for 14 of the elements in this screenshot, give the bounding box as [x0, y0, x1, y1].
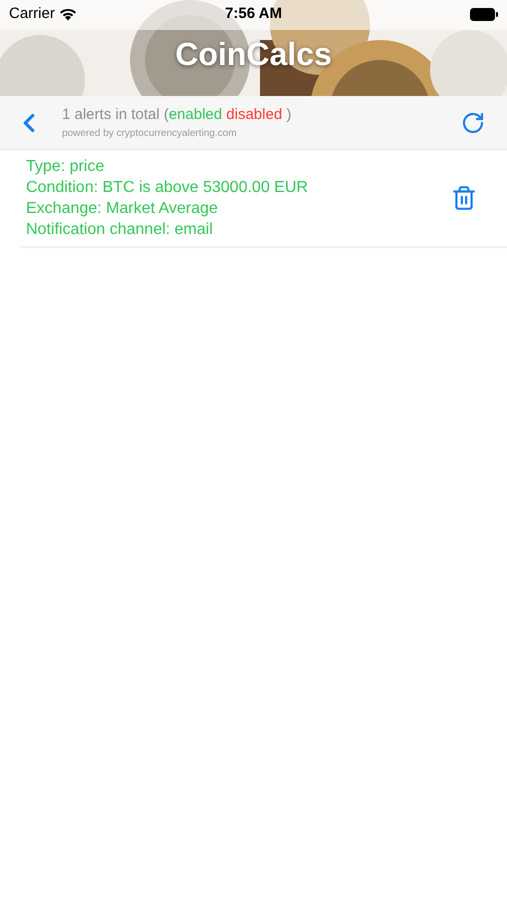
wifi-icon: [58, 8, 77, 20]
battery-icon: [470, 8, 498, 20]
refresh-button[interactable]: [461, 110, 485, 134]
carrier-label: Carrier: [9, 4, 55, 24]
trash-icon: [451, 185, 477, 211]
alert-detail: Type: price: [26, 157, 106, 177]
refresh-icon: [461, 110, 485, 134]
powered-by-label: powered by cryptocurrencyalerting.com: [62, 127, 238, 142]
alert-detail: Exchange: Market Average: [26, 199, 219, 219]
delete-button[interactable]: [451, 185, 477, 211]
alert-detail: Condition: BTC is above 53000.00 EUR: [26, 178, 308, 198]
alert-detail: Notification channel: email: [26, 220, 214, 240]
clock-time: 7:56 AM: [225, 4, 282, 24]
alerts-summary: 1 alerts in total (enabled disabled ): [62, 104, 292, 125]
